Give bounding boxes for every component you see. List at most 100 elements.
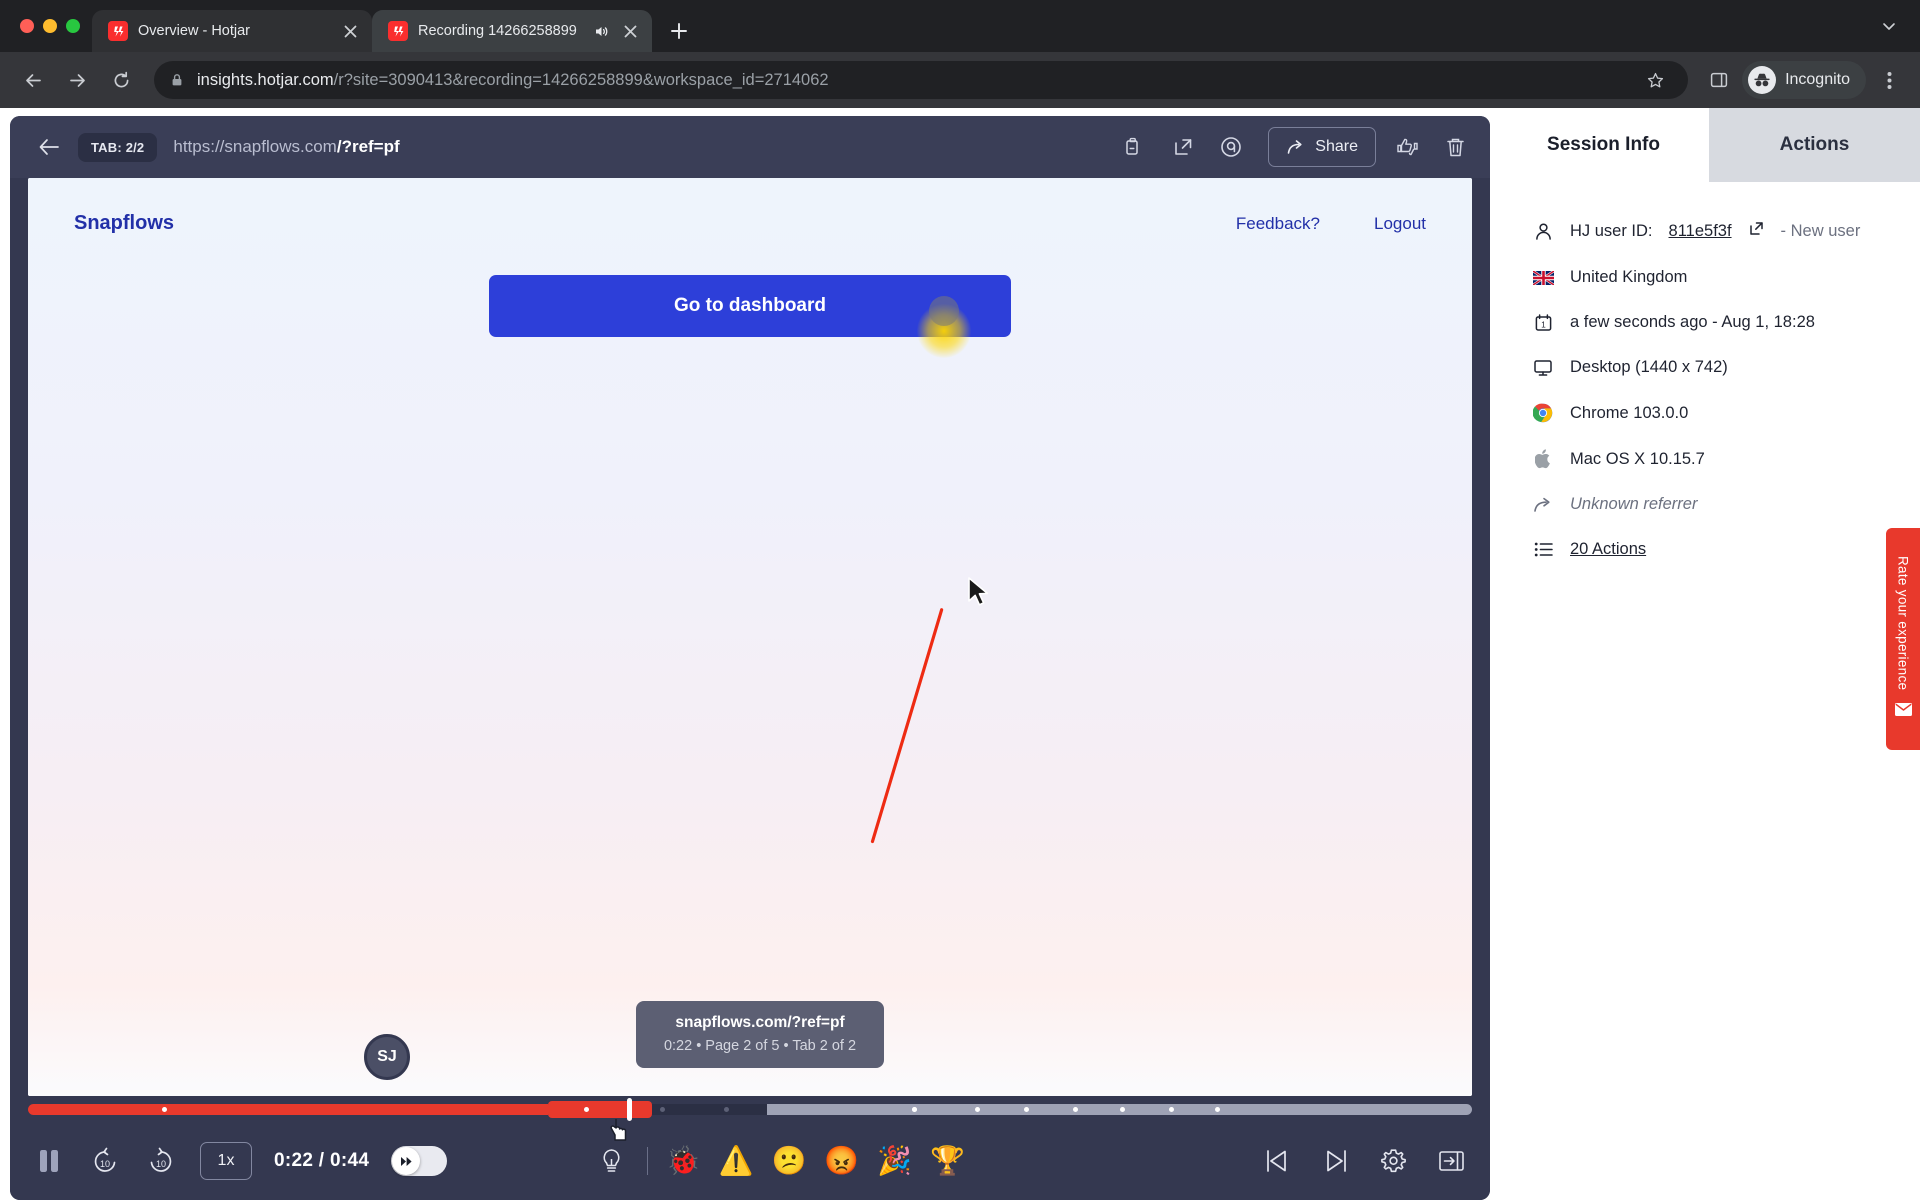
warning-icon[interactable]: ⚠️ — [719, 1147, 754, 1175]
highlight-icon[interactable] — [1214, 130, 1248, 164]
thumbs-feedback-icon[interactable] — [1390, 130, 1424, 164]
forward-button-icon[interactable] — [58, 61, 96, 99]
avatar-initials: SJ — [377, 1048, 397, 1065]
info-row-referrer: Unknown referrer — [1532, 495, 1920, 514]
incognito-profile-button[interactable]: Incognito — [1742, 61, 1866, 99]
timeline-segment-gap — [651, 1103, 768, 1115]
nav-link-logout[interactable]: Logout — [1374, 214, 1426, 234]
timeline-event-marker[interactable] — [911, 1107, 917, 1112]
uk-flag-icon — [1532, 270, 1554, 285]
info-row-actions: 20 Actions — [1532, 540, 1920, 559]
back-to-list-icon[interactable] — [36, 134, 62, 160]
delete-recording-icon[interactable] — [1438, 130, 1472, 164]
timeline-event-marker[interactable] — [1119, 1107, 1125, 1112]
info-row-device: Desktop (1440 x 742) — [1532, 358, 1920, 377]
browser-tab-overview[interactable]: Overview - Hotjar — [92, 10, 372, 52]
session-time-label: a few seconds ago - Aug 1, 18:28 — [1570, 313, 1815, 331]
player-controls: 10 10 1x 0:22 / 0:44 🐞 ⚠️ 😕 😡 🎉 🏆 — [10, 1122, 1490, 1200]
playback-speed-button[interactable]: 1x — [200, 1142, 252, 1180]
rewind-10-button[interactable]: 10 — [88, 1144, 122, 1178]
nav-link-feedback[interactable]: Feedback? — [1236, 214, 1320, 234]
go-to-dashboard-button[interactable]: Go to dashboard — [489, 275, 1011, 358]
open-external-icon[interactable] — [1166, 130, 1200, 164]
new-user-label: - New user — [1780, 221, 1861, 240]
site-navbar: Snapflows Feedback? Logout — [28, 178, 1472, 235]
back-button-icon[interactable] — [14, 61, 52, 99]
apple-icon — [1532, 449, 1554, 469]
calendar-icon: 1 — [1532, 313, 1554, 332]
lightbulb-icon[interactable] — [595, 1144, 629, 1178]
open-user-profile-icon[interactable] — [1748, 220, 1765, 242]
timeline-segment-current-page — [547, 1100, 652, 1118]
browser-label: Chrome 103.0.0 — [1570, 403, 1689, 422]
party-popper-icon[interactable]: 🎉 — [877, 1147, 912, 1175]
incognito-label: Incognito — [1785, 71, 1850, 88]
hotjar-favicon — [388, 21, 408, 41]
avatar: SJ — [364, 1034, 410, 1080]
address-bar[interactable]: insights.hotjar.com/r?site=3090413&recor… — [154, 61, 1689, 99]
svg-text:1: 1 — [1541, 319, 1546, 329]
desktop-icon — [1532, 358, 1554, 377]
tab-actions[interactable]: Actions — [1709, 108, 1920, 182]
timeline-event-marker[interactable] — [583, 1107, 589, 1112]
share-arrow-icon — [1287, 139, 1302, 154]
device-label: Desktop (1440 x 742) — [1570, 358, 1728, 376]
next-recording-icon[interactable] — [1318, 1144, 1352, 1178]
close-tab-icon[interactable] — [340, 21, 360, 41]
timeline-track[interactable] — [28, 1097, 1472, 1141]
recorded-page-url: https://snapflows.com/?ref=pf — [173, 137, 399, 157]
player-frame: TAB: 2/2 https://snapflows.com/?ref=pf S… — [10, 116, 1490, 1200]
trophy-icon[interactable]: 🏆 — [930, 1147, 965, 1175]
close-window-button[interactable] — [20, 19, 34, 33]
maximize-window-button[interactable] — [66, 19, 80, 33]
side-panel-icon[interactable] — [1702, 63, 1736, 97]
collapse-panel-icon[interactable] — [1434, 1144, 1468, 1178]
recorded-url-suffix: /?ref=pf — [336, 137, 400, 156]
playback-controls-left: 10 10 1x 0:22 / 0:44 — [32, 1142, 448, 1180]
cta-label: Go to dashboard — [674, 295, 826, 316]
timeline[interactable] — [10, 1096, 1490, 1141]
tab-strip: Overview - Hotjar Recording 14266258899 — [0, 0, 1920, 52]
share-button[interactable]: Share — [1268, 127, 1376, 167]
browser-tab-title: Overview - Hotjar — [138, 23, 250, 39]
reaction-divider — [646, 1147, 648, 1175]
tab-session-info[interactable]: Session Info — [1498, 108, 1709, 182]
confused-face-icon[interactable]: 😕 — [771, 1147, 806, 1175]
pause-button[interactable] — [32, 1144, 66, 1178]
timeline-event-marker[interactable] — [1214, 1107, 1220, 1112]
sidebar-tabs: Session Info Actions — [1498, 108, 1920, 182]
browser-tab-recording[interactable]: Recording 14266258899 — [372, 10, 652, 52]
skip-inactivity-toggle[interactable] — [391, 1146, 448, 1176]
browser-menu-icon[interactable] — [1872, 61, 1906, 99]
actions-count-link[interactable]: 20 Actions — [1570, 540, 1646, 559]
copy-icon[interactable] — [1118, 130, 1152, 164]
info-row-time: 1 a few seconds ago - Aug 1, 18:28 — [1532, 313, 1920, 332]
reload-button-icon[interactable] — [102, 61, 140, 99]
new-tab-button[interactable] — [662, 14, 696, 48]
previous-recording-icon[interactable] — [1260, 1144, 1294, 1178]
session-info-list: HJ user ID: 811e5f3f - New user United K… — [1498, 182, 1920, 559]
user-id-link[interactable]: 811e5f3f — [1669, 222, 1732, 241]
forward-10-button[interactable]: 10 — [144, 1144, 178, 1178]
minimize-window-button[interactable] — [43, 19, 57, 33]
settings-icon[interactable] — [1376, 1144, 1410, 1178]
bug-icon[interactable]: 🐞 — [666, 1147, 701, 1175]
tab-strip-right — [1872, 0, 1920, 52]
cta-container: Go to dashboard — [28, 275, 1472, 358]
tab-search-chevron-down-icon[interactable] — [1872, 9, 1906, 43]
reaction-bar: 🐞 ⚠️ 😕 😡 🎉 🏆 — [595, 1144, 965, 1178]
info-row-user: HJ user ID: 811e5f3f - New user — [1532, 220, 1920, 242]
feedback-envelope-icon — [1894, 702, 1913, 722]
page-content: TAB: 2/2 https://snapflows.com/?ref=pf S… — [0, 108, 1920, 1200]
timeline-event-marker[interactable] — [724, 1107, 729, 1112]
rewind-seconds-label: 10 — [100, 1159, 110, 1169]
timeline-segment-played — [28, 1103, 548, 1115]
click-ripple — [929, 296, 959, 326]
bookmark-star-icon[interactable] — [1638, 63, 1672, 97]
angry-face-icon[interactable]: 😡 — [824, 1147, 859, 1175]
rate-experience-tab[interactable]: Rate your experience — [1886, 528, 1920, 750]
timeline-event-marker[interactable] — [1168, 1107, 1174, 1112]
tab-audio-playing-icon[interactable] — [592, 22, 610, 40]
close-tab-icon[interactable] — [620, 21, 640, 41]
browser-window: Overview - Hotjar Recording 14266258899 — [0, 0, 1920, 1200]
